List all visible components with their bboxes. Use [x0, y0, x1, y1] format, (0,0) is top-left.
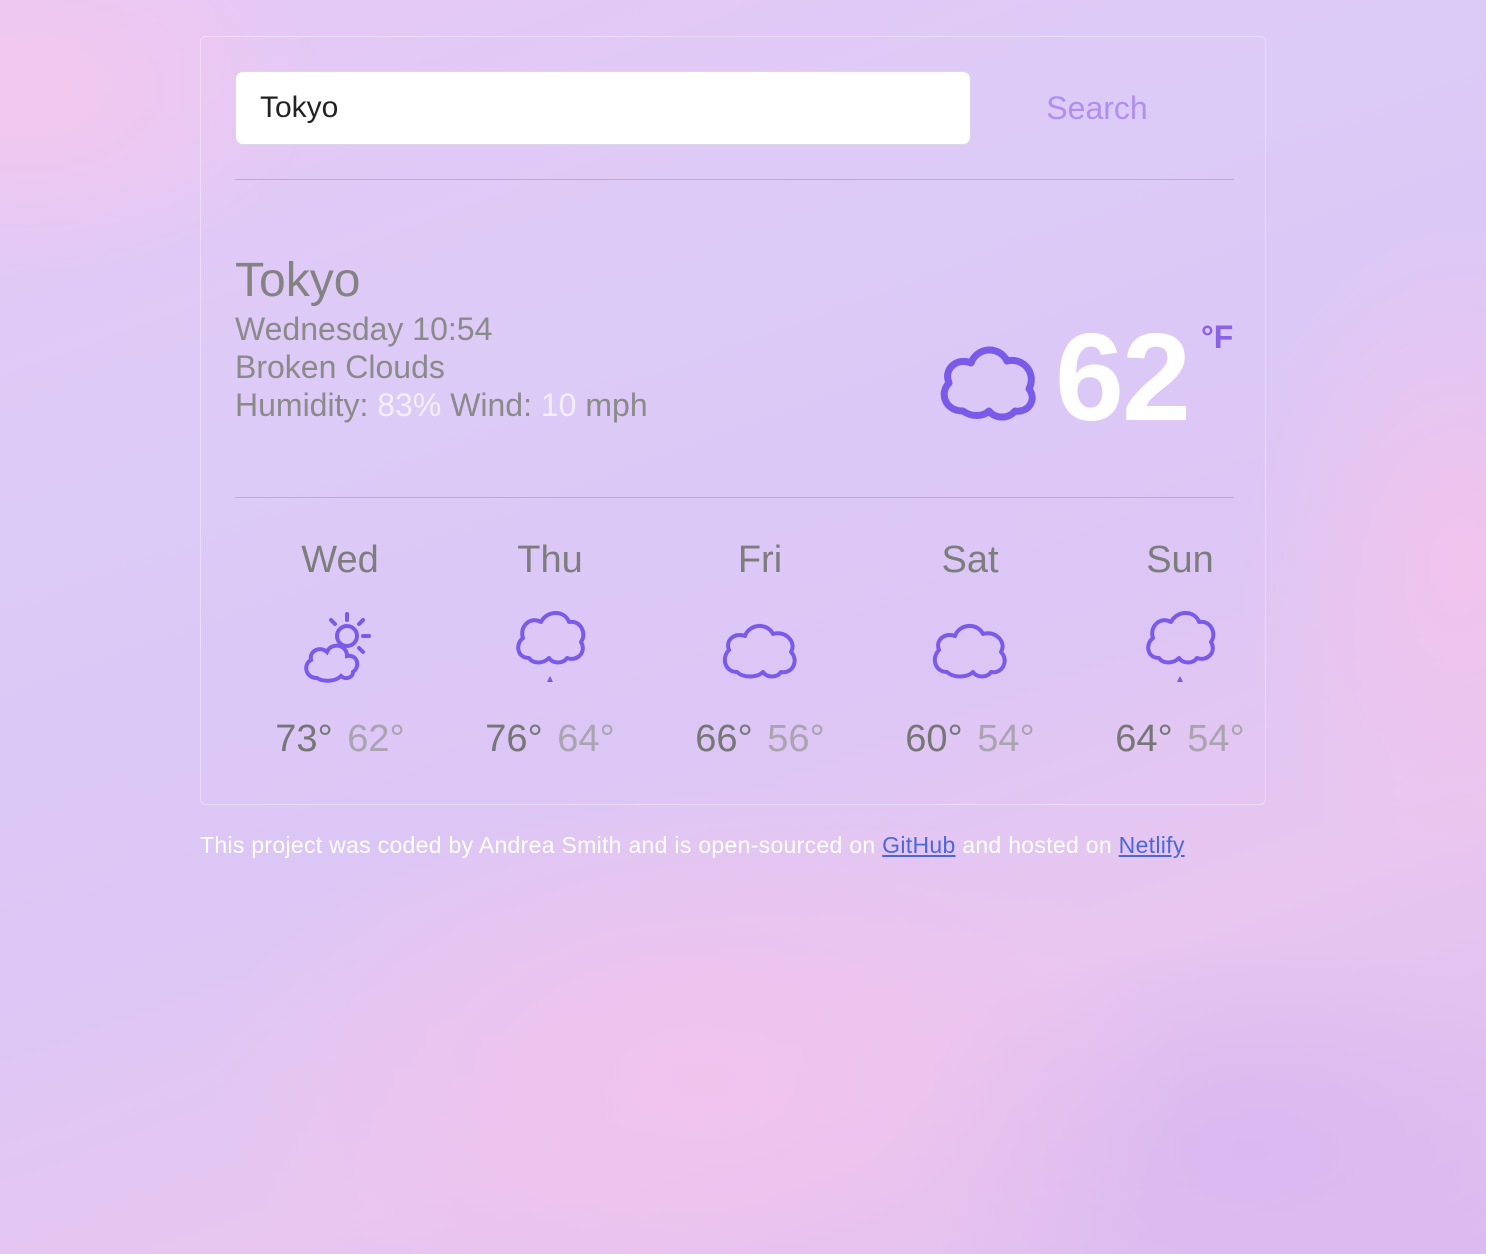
humidity-value: 83%	[377, 387, 442, 423]
netlify-link[interactable]: Netlify	[1119, 832, 1185, 858]
forecast-high: 66°	[695, 718, 753, 760]
forecast-low: 54°	[1187, 718, 1245, 760]
forecast-low: 64°	[557, 718, 615, 760]
current-datetime: Wednesday 10:54	[235, 311, 493, 347]
city-search-input[interactable]	[235, 71, 971, 145]
footer-text: This project was coded by Andrea Smith a…	[200, 832, 876, 858]
forecast-high: 73°	[275, 718, 333, 760]
forecast-day-name: Wed	[301, 539, 379, 581]
forecast-day: Thu 76° 64°	[445, 537, 655, 761]
rain-cloud-icon	[516, 611, 586, 682]
rain-cloud-icon	[1146, 611, 1216, 682]
wind-unit: mph	[585, 387, 648, 423]
footer: This project was coded by Andrea Smith a…	[200, 832, 1185, 859]
weather-card: Search Tokyo Wednesday 10:54 Broken Clou…	[200, 36, 1266, 805]
search-button[interactable]: Search	[997, 83, 1197, 133]
forecast-day: Fri 66° 56°	[655, 537, 865, 761]
forecast-temps: 66° 56°	[655, 718, 865, 761]
forecast-temps: 76° 64°	[445, 718, 655, 761]
forecast-low: 62°	[347, 718, 405, 760]
forecast-day-name: Sat	[941, 539, 999, 581]
forecast-temps: 60° 54°	[865, 718, 1075, 761]
divider	[235, 497, 1234, 498]
cloud-icon	[932, 624, 1007, 679]
forecast-row: Wed 73° 62° Thu 76° 64° Fri 66° 56° Sat …	[235, 537, 1285, 777]
cloud-icon	[940, 346, 1036, 421]
forecast-day-name: Fri	[737, 539, 783, 581]
city-name: Tokyo	[235, 254, 361, 307]
forecast-high: 60°	[905, 718, 963, 760]
divider	[235, 179, 1234, 180]
forecast-day: Wed 73° 62°	[235, 537, 445, 761]
forecast-temps: 73° 62°	[235, 718, 445, 761]
forecast-day: Sun 64° 54°	[1075, 537, 1285, 761]
forecast-day: Sat 60° 54°	[865, 537, 1075, 761]
humidity-label: Humidity:	[235, 387, 369, 423]
current-temperature: 62	[1055, 309, 1191, 447]
wind-label: Wind:	[450, 387, 532, 423]
forecast-day-name: Sun	[1146, 539, 1214, 581]
forecast-day-name: Thu	[517, 539, 583, 581]
forecast-low: 56°	[767, 718, 825, 760]
cloud-icon	[722, 624, 797, 679]
github-link[interactable]: GitHub	[882, 832, 955, 858]
footer-text: and hosted on	[962, 832, 1112, 858]
humidity-wind-line: Humidity: 83% Wind: 10 mph	[235, 387, 648, 424]
forecast-high: 64°	[1115, 718, 1173, 760]
temperature-unit-toggle[interactable]: °F	[1201, 319, 1233, 356]
wind-value: 10	[540, 387, 577, 423]
partly-sunny-icon	[304, 612, 371, 683]
forecast-temps: 64° 54°	[1075, 718, 1285, 761]
weather-description: Broken Clouds	[235, 349, 445, 385]
forecast-low: 54°	[977, 718, 1035, 760]
forecast-high: 76°	[485, 718, 543, 760]
